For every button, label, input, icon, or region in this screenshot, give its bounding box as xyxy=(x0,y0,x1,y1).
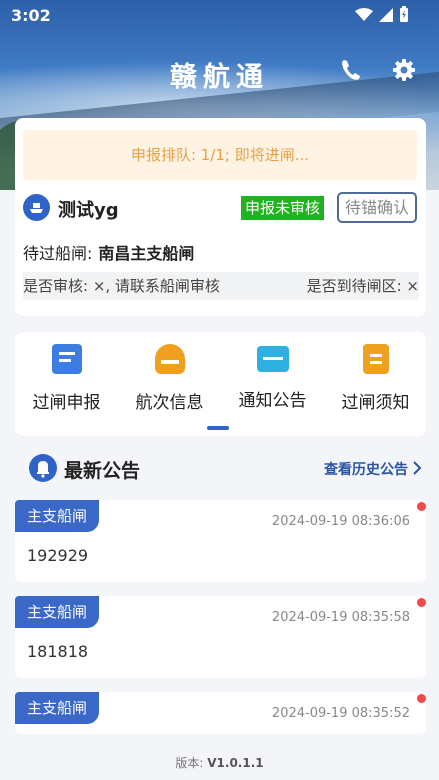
ship-row: 测试yg 申报未审核 待锚确认 xyxy=(23,192,419,226)
phone-button[interactable] xyxy=(337,56,365,84)
gear-icon xyxy=(393,59,415,81)
announcement-body: 192929 xyxy=(27,546,89,565)
menu-item-voyage[interactable]: 航次信息 xyxy=(118,344,221,413)
unread-dot xyxy=(417,598,426,607)
signal-icon xyxy=(379,7,393,22)
queue-notice: 申报排队: 1/1; 即将进闸... xyxy=(23,130,417,180)
notice-card-icon xyxy=(256,346,289,372)
announcement-card[interactable]: 主支船闸 2024-09-19 08:35:58 181818 xyxy=(15,596,426,678)
ship-icon xyxy=(23,194,50,221)
declaration-icon xyxy=(51,344,82,374)
menu-label-notice: 通知公告 xyxy=(238,391,307,411)
ship-status-card: 申报排队: 1/1; 即将进闸... 测试yg 申报未审核 待锚确认 待过船闸:… xyxy=(15,118,426,316)
pending-lock-value: 南昌主支船闸 xyxy=(98,244,195,263)
announcement-card[interactable]: 主支船闸 2024-09-19 08:35:52 xyxy=(15,692,426,734)
version-label: 版本: xyxy=(175,756,204,770)
wifi-icon xyxy=(355,7,373,21)
pending-lock-label: 待过船闸: xyxy=(23,244,93,263)
unread-dot xyxy=(417,694,426,703)
announcements-title: 最新公告 xyxy=(64,460,141,482)
status-time: 3:02 xyxy=(11,6,51,25)
settings-button[interactable] xyxy=(390,56,418,84)
status-icons xyxy=(355,6,409,23)
menu-item-notice[interactable]: 通知公告 xyxy=(221,344,324,411)
unread-dot xyxy=(417,502,426,511)
review-status-text: 是否审核: ×, 请联系船闸审核 xyxy=(23,277,220,295)
app-title: 赣航通 xyxy=(170,62,269,93)
voyage-ship-icon xyxy=(154,344,185,374)
review-status-row: 是否审核: ×, 请联系船闸审核 是否到待闸区: × xyxy=(23,272,419,300)
announcement-date: 2024-09-19 08:35:58 xyxy=(271,610,410,625)
view-history-link[interactable]: 查看历史公告 xyxy=(324,459,408,479)
anchor-confirm-button[interactable]: 待锚确认 xyxy=(337,192,417,223)
battery-icon xyxy=(400,6,408,22)
announcement-body: 181818 xyxy=(27,642,89,661)
pending-lock-row: 待过船闸: 南昌主支船闸 xyxy=(23,240,194,264)
ship-name: 测试yg xyxy=(58,200,119,221)
phone-icon xyxy=(342,60,360,80)
announcement-tag: 主支船闸 xyxy=(15,500,99,532)
announcement-date: 2024-09-19 08:35:52 xyxy=(271,706,410,721)
menu-page-indicator xyxy=(207,426,229,430)
chevron-right-icon[interactable] xyxy=(412,460,422,476)
waiting-area-status-text: 是否到待闸区: × xyxy=(306,277,419,295)
menu-label-voyage: 航次信息 xyxy=(135,393,204,413)
version-footer: 版本: V1.0.1.1 xyxy=(0,754,439,771)
menu-item-declaration[interactable]: 过闸申报 xyxy=(15,344,118,413)
bell-icon xyxy=(29,454,57,482)
function-menu: 过闸申报 航次信息 通知公告 过闸须知 xyxy=(15,332,426,436)
announcement-card[interactable]: 主支船闸 2024-09-19 08:36:06 192929 xyxy=(15,500,426,582)
menu-label-declaration: 过闸申报 xyxy=(32,393,101,413)
status-bar: 3:02 xyxy=(0,0,439,30)
declaration-status-badge: 申报未审核 xyxy=(241,196,325,220)
version-value: V1.0.1.1 xyxy=(207,756,264,770)
guide-doc-icon xyxy=(362,344,389,374)
announcement-tag: 主支船闸 xyxy=(15,692,99,724)
announcement-tag: 主支船闸 xyxy=(15,596,99,628)
announcements-header: 最新公告 查看历史公告 xyxy=(15,450,426,486)
menu-item-guide[interactable]: 过闸须知 xyxy=(324,344,427,413)
menu-label-guide: 过闸须知 xyxy=(341,393,410,413)
announcement-date: 2024-09-19 08:36:06 xyxy=(271,514,410,529)
